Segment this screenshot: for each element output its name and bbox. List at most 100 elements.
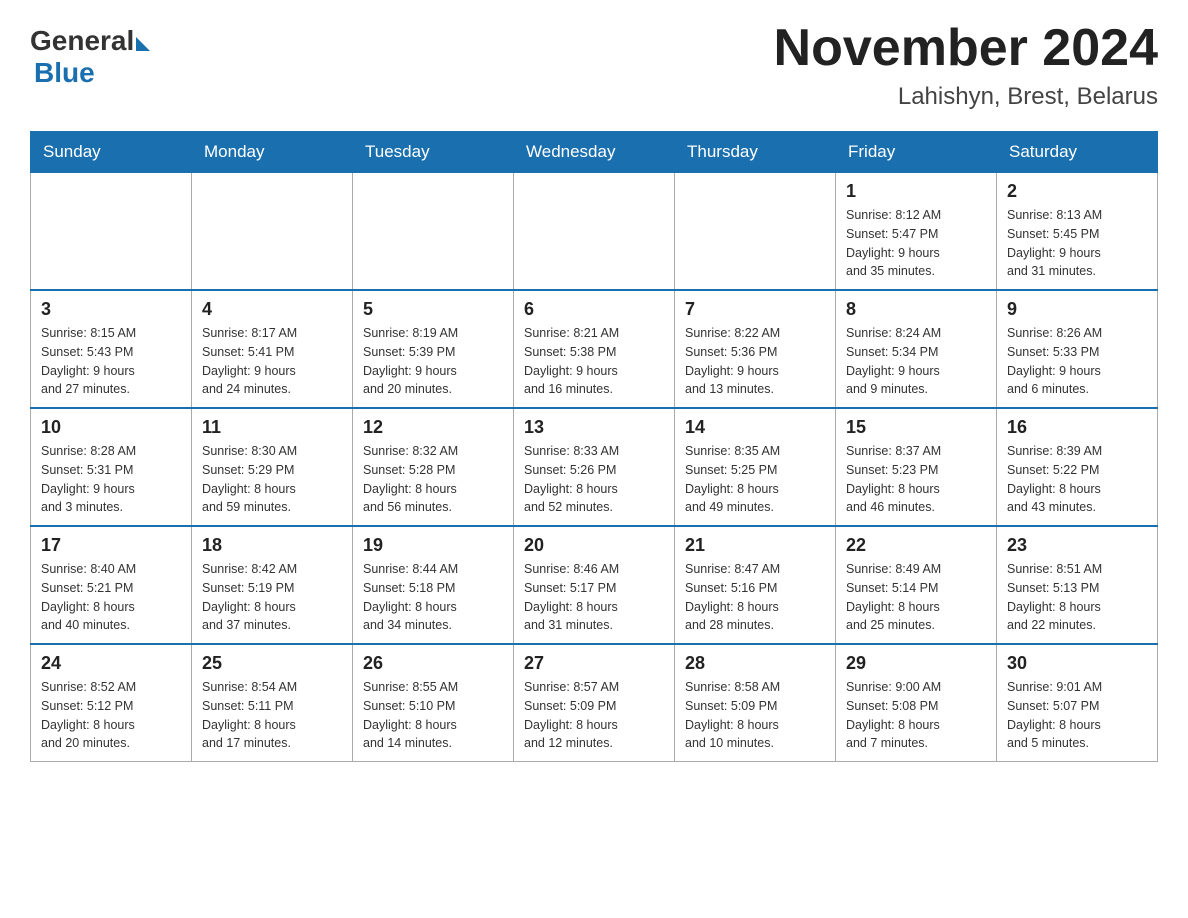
cell-day-number: 23: [1007, 535, 1147, 556]
cell-sun-info: Sunrise: 8:37 AM Sunset: 5:23 PM Dayligh…: [846, 442, 986, 517]
cell-sun-info: Sunrise: 8:35 AM Sunset: 5:25 PM Dayligh…: [685, 442, 825, 517]
cell-sun-info: Sunrise: 8:13 AM Sunset: 5:45 PM Dayligh…: [1007, 206, 1147, 281]
calendar-table: SundayMondayTuesdayWednesdayThursdayFrid…: [30, 131, 1158, 762]
logo-blue-text: Blue: [34, 57, 95, 89]
cell-sun-info: Sunrise: 8:33 AM Sunset: 5:26 PM Dayligh…: [524, 442, 664, 517]
cell-sun-info: Sunrise: 8:19 AM Sunset: 5:39 PM Dayligh…: [363, 324, 503, 399]
cell-day-number: 2: [1007, 181, 1147, 202]
cell-sun-info: Sunrise: 8:44 AM Sunset: 5:18 PM Dayligh…: [363, 560, 503, 635]
calendar-cell: 19 Sunrise: 8:44 AM Sunset: 5:18 PM Dayli…: [353, 526, 514, 644]
calendar-week-row: 1 Sunrise: 8:12 AM Sunset: 5:47 PM Daylig…: [31, 173, 1158, 291]
day-header-saturday: Saturday: [997, 132, 1158, 173]
calendar-cell: 15 Sunrise: 8:37 AM Sunset: 5:23 PM Dayli…: [836, 408, 997, 526]
calendar-cell: 23 Sunrise: 8:51 AM Sunset: 5:13 PM Dayli…: [997, 526, 1158, 644]
calendar-cell: 10Sunrise: 8:28 AM Sunset: 5:31 PM Dayli…: [31, 408, 192, 526]
cell-day-number: 10: [41, 417, 181, 438]
cell-day-number: 24: [41, 653, 181, 674]
calendar-cell: 17 Sunrise: 8:40 AM Sunset: 5:21 PM Dayli…: [31, 526, 192, 644]
title-section: November 2024 Lahishyn, Brest, Belarus: [774, 20, 1158, 111]
cell-sun-info: Sunrise: 8:26 AM Sunset: 5:33 PM Dayligh…: [1007, 324, 1147, 399]
calendar-cell: [192, 173, 353, 291]
calendar-cell: 9 Sunrise: 8:26 AM Sunset: 5:33 PM Daylig…: [997, 290, 1158, 408]
cell-day-number: 28: [685, 653, 825, 674]
calendar-cell: 22Sunrise: 8:49 AM Sunset: 5:14 PM Dayli…: [836, 526, 997, 644]
calendar-cell: 12 Sunrise: 8:32 AM Sunset: 5:28 PM Dayli…: [353, 408, 514, 526]
calendar-cell: 27Sunrise: 8:57 AM Sunset: 5:09 PM Dayli…: [514, 644, 675, 762]
cell-day-number: 8: [846, 299, 986, 320]
calendar-title: November 2024: [774, 20, 1158, 77]
cell-day-number: 19: [363, 535, 503, 556]
cell-sun-info: Sunrise: 8:55 AM Sunset: 5:10 PM Dayligh…: [363, 678, 503, 753]
calendar-cell: 1 Sunrise: 8:12 AM Sunset: 5:47 PM Daylig…: [836, 173, 997, 291]
calendar-cell: 11Sunrise: 8:30 AM Sunset: 5:29 PM Dayli…: [192, 408, 353, 526]
calendar-cell: 30 Sunrise: 9:01 AM Sunset: 5:07 PM Dayli…: [997, 644, 1158, 762]
cell-day-number: 25: [202, 653, 342, 674]
cell-sun-info: Sunrise: 9:00 AM Sunset: 5:08 PM Dayligh…: [846, 678, 986, 753]
cell-day-number: 16: [1007, 417, 1147, 438]
calendar-cell: 16Sunrise: 8:39 AM Sunset: 5:22 PM Dayli…: [997, 408, 1158, 526]
cell-sun-info: Sunrise: 9:01 AM Sunset: 5:07 PM Dayligh…: [1007, 678, 1147, 753]
calendar-cell: 20Sunrise: 8:46 AM Sunset: 5:17 PM Dayli…: [514, 526, 675, 644]
cell-day-number: 9: [1007, 299, 1147, 320]
cell-day-number: 3: [41, 299, 181, 320]
cell-sun-info: Sunrise: 8:47 AM Sunset: 5:16 PM Dayligh…: [685, 560, 825, 635]
calendar-cell: 13 Sunrise: 8:33 AM Sunset: 5:26 PM Dayli…: [514, 408, 675, 526]
cell-sun-info: Sunrise: 8:21 AM Sunset: 5:38 PM Dayligh…: [524, 324, 664, 399]
cell-sun-info: Sunrise: 8:54 AM Sunset: 5:11 PM Dayligh…: [202, 678, 342, 753]
cell-day-number: 15: [846, 417, 986, 438]
calendar-cell: 8 Sunrise: 8:24 AM Sunset: 5:34 PM Daylig…: [836, 290, 997, 408]
day-header-monday: Monday: [192, 132, 353, 173]
cell-sun-info: Sunrise: 8:17 AM Sunset: 5:41 PM Dayligh…: [202, 324, 342, 399]
calendar-cell: [353, 173, 514, 291]
cell-day-number: 14: [685, 417, 825, 438]
cell-day-number: 6: [524, 299, 664, 320]
cell-sun-info: Sunrise: 8:51 AM Sunset: 5:13 PM Dayligh…: [1007, 560, 1147, 635]
logo-general-text: General: [30, 25, 134, 57]
logo: General Blue: [30, 20, 150, 89]
cell-sun-info: Sunrise: 8:46 AM Sunset: 5:17 PM Dayligh…: [524, 560, 664, 635]
calendar-cell: 14 Sunrise: 8:35 AM Sunset: 5:25 PM Dayli…: [675, 408, 836, 526]
cell-day-number: 30: [1007, 653, 1147, 674]
cell-day-number: 21: [685, 535, 825, 556]
cell-day-number: 1: [846, 181, 986, 202]
cell-sun-info: Sunrise: 8:52 AM Sunset: 5:12 PM Dayligh…: [41, 678, 181, 753]
cell-sun-info: Sunrise: 8:22 AM Sunset: 5:36 PM Dayligh…: [685, 324, 825, 399]
cell-sun-info: Sunrise: 8:12 AM Sunset: 5:47 PM Dayligh…: [846, 206, 986, 281]
calendar-cell: 25 Sunrise: 8:54 AM Sunset: 5:11 PM Dayli…: [192, 644, 353, 762]
cell-sun-info: Sunrise: 8:58 AM Sunset: 5:09 PM Dayligh…: [685, 678, 825, 753]
calendar-cell: 29 Sunrise: 9:00 AM Sunset: 5:08 PM Dayli…: [836, 644, 997, 762]
calendar-subtitle: Lahishyn, Brest, Belarus: [774, 83, 1158, 111]
calendar-header-row: SundayMondayTuesdayWednesdayThursdayFrid…: [31, 132, 1158, 173]
cell-sun-info: Sunrise: 8:40 AM Sunset: 5:21 PM Dayligh…: [41, 560, 181, 635]
cell-day-number: 4: [202, 299, 342, 320]
cell-day-number: 27: [524, 653, 664, 674]
cell-day-number: 26: [363, 653, 503, 674]
calendar-cell: 3 Sunrise: 8:15 AM Sunset: 5:43 PM Daylig…: [31, 290, 192, 408]
calendar-cell: [31, 173, 192, 291]
day-header-thursday: Thursday: [675, 132, 836, 173]
cell-day-number: 29: [846, 653, 986, 674]
cell-sun-info: Sunrise: 8:30 AM Sunset: 5:29 PM Dayligh…: [202, 442, 342, 517]
cell-sun-info: Sunrise: 8:32 AM Sunset: 5:28 PM Dayligh…: [363, 442, 503, 517]
calendar-week-row: 10Sunrise: 8:28 AM Sunset: 5:31 PM Dayli…: [31, 408, 1158, 526]
logo-arrow-icon: [136, 37, 150, 51]
day-header-wednesday: Wednesday: [514, 132, 675, 173]
cell-day-number: 12: [363, 417, 503, 438]
calendar-cell: 18 Sunrise: 8:42 AM Sunset: 5:19 PM Dayli…: [192, 526, 353, 644]
calendar-cell: [514, 173, 675, 291]
cell-day-number: 22: [846, 535, 986, 556]
cell-sun-info: Sunrise: 8:15 AM Sunset: 5:43 PM Dayligh…: [41, 324, 181, 399]
calendar-cell: [675, 173, 836, 291]
calendar-week-row: 3 Sunrise: 8:15 AM Sunset: 5:43 PM Daylig…: [31, 290, 1158, 408]
calendar-cell: 21 Sunrise: 8:47 AM Sunset: 5:16 PM Dayli…: [675, 526, 836, 644]
calendar-cell: 24 Sunrise: 8:52 AM Sunset: 5:12 PM Dayli…: [31, 644, 192, 762]
cell-day-number: 17: [41, 535, 181, 556]
cell-day-number: 18: [202, 535, 342, 556]
calendar-cell: 6 Sunrise: 8:21 AM Sunset: 5:38 PM Daylig…: [514, 290, 675, 408]
cell-day-number: 13: [524, 417, 664, 438]
cell-sun-info: Sunrise: 8:42 AM Sunset: 5:19 PM Dayligh…: [202, 560, 342, 635]
calendar-week-row: 24 Sunrise: 8:52 AM Sunset: 5:12 PM Dayli…: [31, 644, 1158, 762]
cell-sun-info: Sunrise: 8:24 AM Sunset: 5:34 PM Dayligh…: [846, 324, 986, 399]
calendar-cell: 28 Sunrise: 8:58 AM Sunset: 5:09 PM Dayli…: [675, 644, 836, 762]
page-header: General Blue November 2024 Lahishyn, Bre…: [30, 20, 1158, 111]
